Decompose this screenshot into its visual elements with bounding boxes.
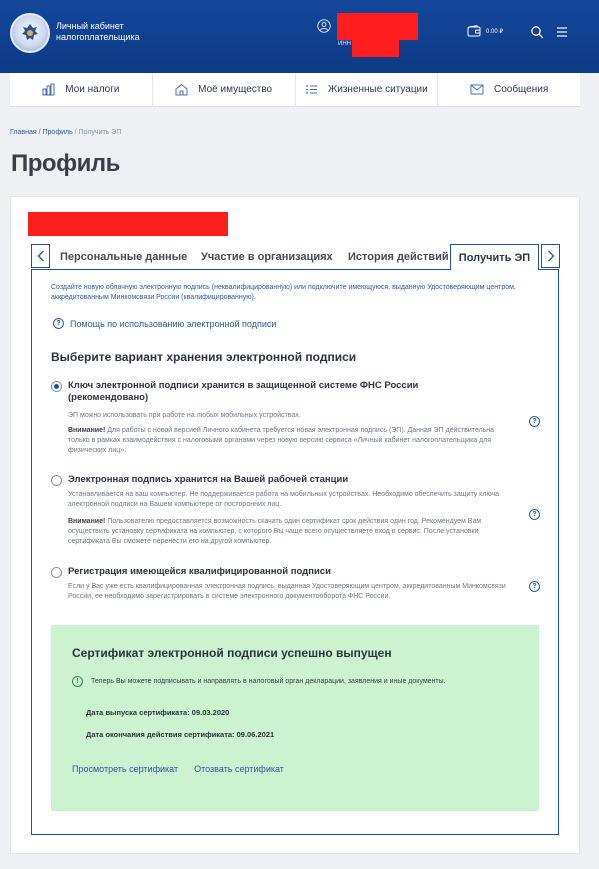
radio-qualified-registration[interactable] bbox=[51, 567, 62, 578]
option-warning: Внимание! Пользователю предоставляется в… bbox=[68, 517, 513, 547]
envelope-icon bbox=[470, 84, 484, 95]
brand-line-1: Личный кабинет bbox=[56, 21, 124, 31]
eagle-emblem-icon bbox=[22, 24, 38, 40]
redacted-inn-number bbox=[352, 40, 399, 57]
nav-item-messages[interactable]: Сообщения bbox=[438, 73, 580, 106]
breadcrumb-link-home[interactable]: Главная bbox=[10, 129, 37, 136]
view-certificate-link[interactable]: Просмотреть сертификат bbox=[72, 764, 178, 774]
warning-text: Для работы с новой версией Личного кабин… bbox=[68, 427, 495, 454]
property-icon bbox=[175, 83, 188, 96]
top-bar: Личный кабинет налогоплательщика ИНН 0.0… bbox=[0, 0, 599, 73]
inn-label: ИНН bbox=[338, 41, 351, 47]
option-help-icon[interactable]: ? bbox=[529, 509, 540, 520]
tab-scroll-left-button[interactable] bbox=[31, 244, 50, 268]
radio-workstation-storage[interactable] bbox=[51, 475, 62, 486]
breadcrumb-link-profile[interactable]: Профиль bbox=[43, 129, 73, 136]
profile-tabs: Персональные данные Участие в организаци… bbox=[31, 244, 561, 270]
main-nav: Мои налоги Моё имущество Жизненные ситуа… bbox=[10, 73, 580, 107]
option-title: Регистрация имеющейся квалифицированной … bbox=[68, 566, 331, 577]
expiry-date-value: 09.06.2021 bbox=[236, 730, 275, 739]
breadcrumb-current: Получить ЭП bbox=[78, 129, 122, 136]
tab-activity-history[interactable]: История действий bbox=[348, 244, 449, 270]
nav-label: Мои налоги bbox=[65, 84, 120, 95]
taxes-icon bbox=[42, 83, 55, 96]
chevron-left-icon bbox=[37, 250, 44, 262]
revoke-certificate-link[interactable]: Отозвать сертификат bbox=[194, 764, 284, 774]
chevron-right-icon bbox=[547, 250, 554, 262]
tab-get-signature[interactable]: Получить ЭП bbox=[450, 244, 539, 270]
wallet-icon bbox=[467, 25, 481, 37]
menu-icon[interactable] bbox=[555, 25, 569, 39]
radio-fns-storage[interactable] bbox=[51, 381, 62, 392]
option-description: Если у Вас уже есть квалифицированная эл… bbox=[68, 583, 506, 600]
success-note-text: Теперь Вы можете подписывать и направлят… bbox=[91, 678, 446, 685]
section-title: Выберите вариант хранения электронной по… bbox=[51, 350, 357, 364]
fns-emblem-logo[interactable] bbox=[10, 13, 50, 53]
warning-text: Пользователю предоставляется возможность… bbox=[68, 518, 482, 545]
success-title: Сертификат электронной подписи успешно в… bbox=[72, 646, 392, 660]
option-help-icon[interactable]: ? bbox=[529, 581, 540, 592]
get-signature-panel: Создайте новую облачную электронную подп… bbox=[31, 269, 559, 835]
list-icon bbox=[306, 85, 318, 94]
help-link[interactable]: ? Помощь по использованию электронной по… bbox=[53, 318, 276, 329]
nav-item-my-property[interactable]: Моё имущество bbox=[153, 73, 296, 106]
balance-amount: 0.00 ₽ bbox=[486, 28, 504, 35]
success-note: ! Теперь Вы можете подписывать и направл… bbox=[72, 676, 446, 687]
brand-title[interactable]: Личный кабинет налогоплательщика bbox=[56, 21, 166, 43]
certificate-actions: Просмотреть сертификат Отозвать сертифик… bbox=[72, 764, 284, 774]
option-help-icon[interactable]: ? bbox=[529, 416, 540, 427]
issue-date-line: Дата выпуска сертификата: 09.03.2020 bbox=[86, 708, 229, 717]
nav-item-my-taxes[interactable]: Мои налоги bbox=[10, 73, 153, 106]
issue-date-label: Дата выпуска сертификата: bbox=[86, 708, 192, 717]
option-description: Устанавливается на ваш компьютер. Не под… bbox=[68, 491, 500, 508]
tab-organizations[interactable]: Участие в организациях bbox=[201, 244, 333, 270]
breadcrumb: Главная / Профиль / Получить ЭП bbox=[10, 129, 121, 136]
warning-label: Внимание! bbox=[68, 427, 106, 434]
expiry-date-label: Дата окончания действия сертификата: bbox=[86, 730, 237, 739]
expiry-date-line: Дата окончания действия сертификата: 09.… bbox=[86, 730, 274, 739]
tab-scroll-right-button[interactable] bbox=[541, 244, 560, 268]
nav-label: Жизненные ситуации bbox=[328, 84, 428, 95]
profile-card: Персональные данные Участие в организаци… bbox=[10, 196, 580, 854]
issue-date-value: 09.03.2020 bbox=[191, 708, 230, 717]
search-icon[interactable] bbox=[530, 25, 544, 39]
tab-personal-data[interactable]: Персональные данные bbox=[60, 244, 187, 270]
option-title: Электронная подпись хранится на Вашей ра… bbox=[68, 474, 349, 485]
help-link-label: Помощь по использованию электронной подп… bbox=[70, 318, 277, 329]
brand-line-2: налогоплательщика bbox=[56, 32, 140, 42]
option-title: Ключ электронной подписи хранится в защи… bbox=[68, 380, 419, 403]
option-warning: Внимание! Для работы с новой версией Лич… bbox=[68, 426, 513, 456]
page-title: Профиль bbox=[11, 150, 120, 177]
info-icon: ! bbox=[72, 676, 83, 687]
option-description: ЭП можно использовать при работе на любы… bbox=[68, 412, 301, 419]
nav-label: Моё имущество bbox=[198, 84, 273, 95]
warning-label: Внимание! bbox=[68, 518, 106, 525]
user-icon[interactable] bbox=[317, 19, 331, 33]
nav-label: Сообщения bbox=[493, 84, 549, 95]
redacted-user-name bbox=[337, 13, 418, 40]
question-icon: ? bbox=[53, 318, 64, 329]
redacted-full-name bbox=[28, 212, 228, 236]
certificate-success-box: Сертификат электронной подписи успешно в… bbox=[51, 625, 539, 811]
intro-text: Создайте новую облачную электронную подп… bbox=[51, 284, 516, 301]
nav-item-life-situations[interactable]: Жизненные ситуации bbox=[296, 73, 439, 106]
balance-widget[interactable]: 0.00 ₽ bbox=[467, 25, 503, 37]
